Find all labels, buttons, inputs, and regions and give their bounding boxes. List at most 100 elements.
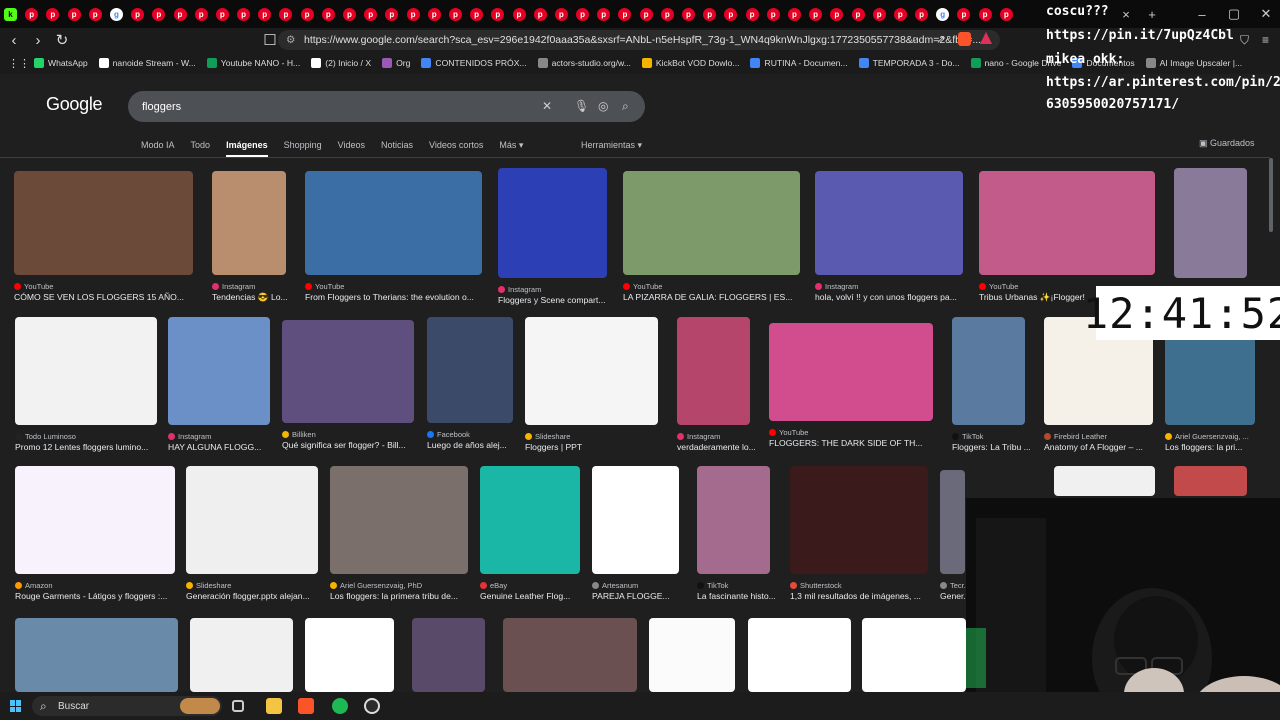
browser-tab-27[interactable]: p	[576, 7, 590, 21]
browser-tab-26[interactable]: p	[554, 7, 568, 21]
result-thumbnail[interactable]	[190, 618, 293, 692]
wallet-icon[interactable]: ⛉	[1240, 33, 1249, 48]
search-icon[interactable]: ⌕	[622, 99, 629, 114]
result-thumbnail[interactable]	[427, 317, 513, 423]
browser-tab-33[interactable]: p	[703, 7, 717, 21]
image-result-card[interactable]: Artesanum PAREJA FLOGGE...	[592, 466, 679, 606]
search-tab[interactable]: Modo IA	[141, 140, 175, 157]
saved-link[interactable]: ▣ Guardados	[1199, 138, 1255, 149]
browser-tab-3[interactable]: p	[67, 7, 81, 21]
browser-tab-41[interactable]: p	[872, 7, 886, 21]
result-thumbnail[interactable]	[697, 466, 770, 574]
result-thumbnail[interactable]	[525, 317, 658, 425]
browser-tab-13[interactable]: p	[279, 7, 293, 21]
result-thumbnail[interactable]	[15, 618, 178, 692]
browser-tab-25[interactable]: p	[533, 7, 547, 21]
task-view-icon[interactable]	[232, 700, 244, 712]
browser-tab-5[interactable]: g	[109, 7, 123, 21]
result-title[interactable]: HAY ALGUNA FLOGG...	[168, 442, 276, 452]
browser-tab-10[interactable]: p	[215, 7, 229, 21]
result-thumbnail[interactable]	[412, 618, 485, 692]
result-title[interactable]: Genuine Leather Flog...	[480, 591, 586, 601]
result-title[interactable]: Los floggers: la primera tribu de...	[330, 591, 474, 601]
browser-tab-8[interactable]: p	[173, 7, 187, 21]
result-title[interactable]: From Floggers to Therians: the evolution…	[305, 292, 488, 302]
result-thumbnail[interactable]	[305, 171, 482, 275]
browser-tab-17[interactable]: p	[364, 7, 378, 21]
browser-tab-24[interactable]: p	[512, 7, 526, 21]
windows-start-icon[interactable]	[10, 700, 22, 712]
browser-tab-32[interactable]: p	[682, 7, 695, 21]
reload-button[interactable]: ↻	[52, 30, 72, 50]
image-result-card[interactable]: Instagram Floggers y Scene compart...	[498, 168, 607, 310]
bookmark-item[interactable]: actors-studio.org/w...	[537, 58, 631, 68]
search-tab[interactable]: Videos	[338, 140, 365, 157]
image-result-card[interactable]: YouTube From Floggers to Therians: the ev…	[305, 171, 482, 307]
result-thumbnail[interactable]	[979, 171, 1155, 275]
result-thumbnail[interactable]	[677, 317, 750, 425]
obs-icon[interactable]	[364, 698, 380, 714]
browser-tab-30[interactable]: p	[639, 7, 653, 21]
window-close-button[interactable]: ✕	[1248, 0, 1280, 28]
search-box[interactable]: floggers ✕ 🎙 ◎ ⌕	[128, 91, 645, 122]
bookmark-item[interactable]: TEMPORADA 3 - Do...	[858, 58, 960, 68]
browser-tab-42[interactable]: p	[893, 7, 907, 21]
menu-icon[interactable]: ≡	[1262, 33, 1269, 47]
browser-tab-16[interactable]: p	[343, 7, 356, 21]
apps-grid-icon[interactable]: ⋮⋮	[8, 57, 30, 70]
tools-menu[interactable]: Herramientas ▾	[581, 140, 642, 151]
browser-tab-9[interactable]: p	[194, 7, 208, 21]
image-result-card[interactable]	[190, 618, 293, 692]
image-result-card[interactable]: Billiken Qué significa ser flogger? - Bil…	[282, 320, 414, 455]
bookmark-icon[interactable]: ☐	[260, 30, 280, 50]
browser-tab-36[interactable]: p	[766, 7, 780, 21]
browser-tab-39[interactable]: p	[830, 7, 844, 21]
browser-tab-35[interactable]: p	[745, 7, 759, 21]
brave-shield-icon[interactable]	[958, 32, 971, 46]
result-thumbnail[interactable]	[498, 168, 607, 278]
browser-tab-23[interactable]: p	[491, 7, 505, 21]
result-thumbnail[interactable]	[952, 317, 1025, 425]
result-thumbnail[interactable]	[862, 618, 966, 692]
image-result-card[interactable]: Tecr... Gener...	[940, 470, 971, 606]
bookmark-item[interactable]: WhatsApp	[34, 58, 88, 68]
browser-tab-2[interactable]: p	[46, 7, 60, 21]
result-thumbnail[interactable]	[282, 320, 414, 423]
maximize-button[interactable]: ▢	[1216, 0, 1252, 28]
result-thumbnail[interactable]	[480, 466, 580, 574]
result-title[interactable]: CÓMO SE VEN LOS FLOGGERS 15 AÑO...	[14, 292, 199, 302]
browser-tab-40[interactable]: p	[851, 7, 865, 21]
result-thumbnail[interactable]	[790, 466, 928, 574]
search-tab[interactable]: Shopping	[284, 140, 322, 157]
browser-tab-22[interactable]: p	[470, 7, 484, 21]
search-tab[interactable]: Noticias	[381, 140, 413, 157]
result-thumbnail[interactable]	[1174, 168, 1247, 278]
browser-tab-1[interactable]: p	[25, 7, 39, 21]
minimize-button[interactable]: –	[1184, 0, 1220, 28]
brave-rewards-icon[interactable]	[980, 32, 992, 44]
result-title[interactable]: verdaderamente lo...	[677, 442, 756, 452]
google-logo[interactable]: Google	[46, 94, 103, 115]
result-thumbnail[interactable]	[15, 466, 175, 574]
bookmark-item[interactable]: nanoide Stream - W...	[98, 58, 196, 68]
image-result-card[interactable]	[503, 618, 637, 692]
browser-tab-11[interactable]: p	[237, 7, 251, 21]
browser-tab-44[interactable]: g	[936, 7, 950, 21]
new-tab-button[interactable]: +	[1134, 0, 1170, 28]
image-result-card[interactable]: TikTok Floggers: La Tribu ...	[952, 317, 1031, 457]
image-result-card[interactable]	[748, 618, 851, 692]
result-title[interactable]: Floggers: La Tribu ...	[952, 442, 1031, 452]
result-thumbnail[interactable]	[623, 171, 800, 275]
result-title[interactable]: Floggers | PPT	[525, 442, 664, 452]
scrollbar-thumb[interactable]	[1269, 158, 1273, 232]
image-result-card[interactable]: Todo Luminoso Promo 12 Lentes floggers lu…	[15, 317, 157, 457]
browser-tab-21[interactable]: p	[448, 7, 462, 21]
image-result-card[interactable]: YouTube CÓMO SE VEN LOS FLOGGERS 15 AÑO..…	[14, 171, 193, 307]
browser-tab-37[interactable]: p	[787, 7, 801, 21]
browser-tab-46[interactable]: p	[978, 7, 992, 21]
image-result-card[interactable]: YouTube FLOGGERS: THE DARK SIDE OF TH...	[769, 323, 933, 453]
image-result-card[interactable]: Instagram hola, volví !! y con unos flogg…	[815, 171, 963, 307]
voice-search-icon[interactable]: 🎙	[574, 99, 589, 113]
result-title[interactable]: Qué significa ser flogger? - Bill...	[282, 440, 420, 450]
image-result-card[interactable]: Instagram verdaderamente lo...	[677, 317, 756, 457]
